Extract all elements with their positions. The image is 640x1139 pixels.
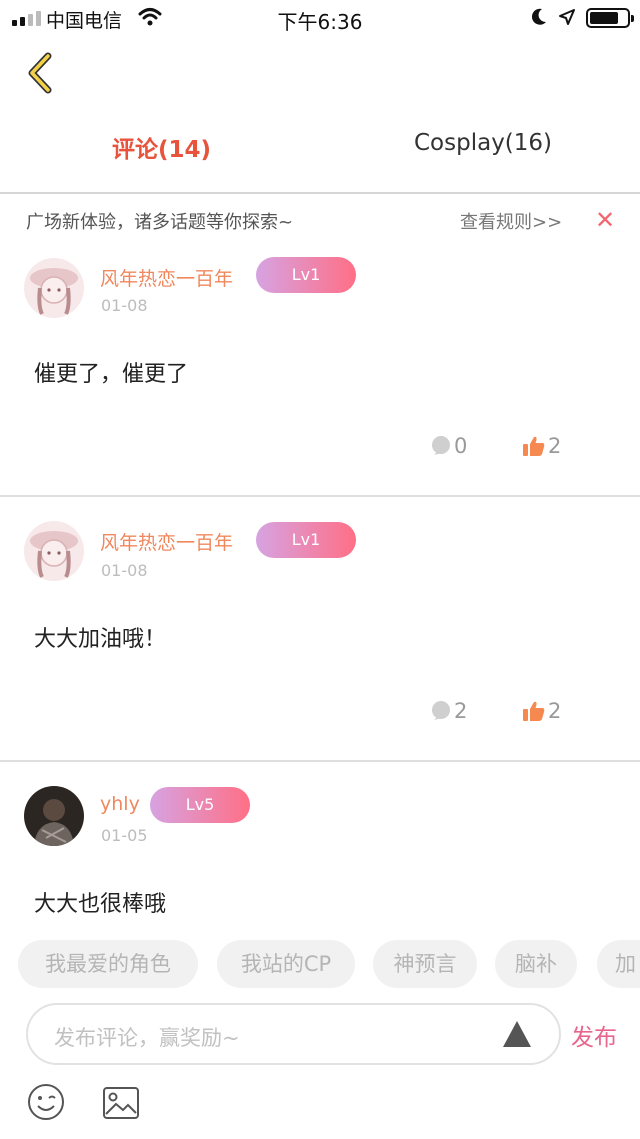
- status-bar: 中国电信 下午6:36: [0, 0, 640, 36]
- back-chevron-icon[interactable]: [24, 50, 58, 96]
- comment-text: 催更了，催更了: [34, 362, 189, 387]
- like-count: 2: [548, 434, 562, 458]
- notice-banner: 广场新体验，诸多话题等你探索~ 查看规则>> ✕: [0, 196, 640, 242]
- level-badge: Lv5: [150, 787, 250, 823]
- like-button[interactable]: 2: [522, 434, 561, 458]
- topic-tag[interactable]: 加: [597, 940, 640, 988]
- level-badge: Lv1: [256, 522, 356, 558]
- avatar[interactable]: [24, 521, 84, 581]
- topic-tag-bar: 我最爱的角色 我站的CP 神预言 脑补 加: [0, 932, 640, 996]
- comment-bubble-icon: [432, 436, 450, 455]
- view-rules-link[interactable]: 查看规则>>: [460, 208, 562, 234]
- thumbs-up-icon: [523, 436, 545, 456]
- comment-input[interactable]: 发布评论，赢奖励~: [26, 1003, 561, 1065]
- username[interactable]: 风年热恋一百年: [100, 528, 233, 555]
- moon-icon: [531, 8, 546, 25]
- comment-text: 大大也很棒哦: [34, 892, 167, 917]
- tab-bar: 评论(14) Cosplay(16): [0, 112, 640, 194]
- like-count: 2: [548, 699, 562, 723]
- comment-date: 01-08: [101, 561, 148, 580]
- triangle-icon[interactable]: [502, 1020, 532, 1048]
- reply-button[interactable]: 0: [430, 434, 467, 458]
- battery-icon: [586, 8, 634, 28]
- topic-tag[interactable]: 我站的CP: [217, 940, 355, 988]
- comment-date: 01-08: [101, 296, 148, 315]
- reply-count: 0: [454, 434, 468, 458]
- publish-button[interactable]: 发布: [571, 1018, 617, 1052]
- thumbs-up-icon: [523, 701, 545, 721]
- notice-text: 广场新体验，诸多话题等你探索~: [26, 212, 294, 233]
- topic-tag[interactable]: 神预言: [373, 940, 477, 988]
- location-arrow-icon: [559, 9, 575, 25]
- reply-count: 2: [454, 699, 468, 723]
- close-icon[interactable]: ✕: [595, 206, 615, 234]
- comment-item: 风年热恋一百年 Lv1 01-08 大大加油哦！ 2 2: [0, 497, 640, 762]
- emoji-icon[interactable]: [26, 1082, 66, 1122]
- like-button[interactable]: 2: [522, 699, 561, 723]
- avatar[interactable]: [24, 786, 84, 846]
- image-icon[interactable]: [102, 1086, 140, 1120]
- avatar[interactable]: [24, 258, 84, 318]
- reply-button[interactable]: 2: [430, 699, 467, 723]
- comment-text: 大大加油哦！: [34, 627, 167, 652]
- tab-cosplay[interactable]: Cosplay(16): [414, 130, 552, 156]
- comment-item: 风年热恋一百年 Lv1 01-08 催更了，催更了 0 2: [0, 244, 640, 497]
- username[interactable]: yhly: [100, 793, 140, 815]
- comment-bubble-icon: [432, 701, 450, 720]
- topic-tag[interactable]: 脑补: [495, 940, 577, 988]
- level-badge: Lv1: [256, 257, 356, 293]
- username[interactable]: 风年热恋一百年: [100, 264, 233, 291]
- tab-comments[interactable]: 评论(14): [112, 130, 211, 164]
- comment-item: yhly Lv5 01-05 大大也很棒哦: [0, 762, 640, 932]
- topic-tag[interactable]: 我最爱的角色: [18, 940, 198, 988]
- comment-input-placeholder: 发布评论，赢奖励~: [54, 1026, 240, 1050]
- comment-date: 01-05: [101, 826, 148, 845]
